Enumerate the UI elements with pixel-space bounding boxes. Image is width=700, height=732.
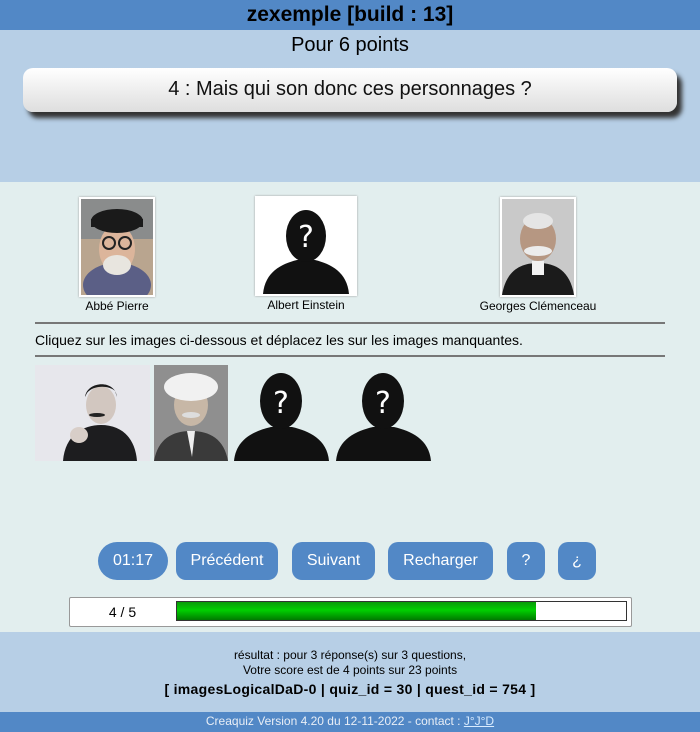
svg-text:?: ?	[375, 386, 391, 421]
quiz-ids: [ imagesLogicalDaD-0 | quiz_id = 30 | qu…	[164, 681, 536, 697]
target-slot-abbe-pierre: Abbé Pierre	[79, 197, 155, 313]
progress-panel: 4 / 5	[69, 597, 632, 627]
svg-text:?: ?	[298, 220, 314, 255]
footer-bar: Creaquiz Version 4.20 du 12-11-2022 - co…	[0, 712, 700, 732]
photo-georges-clemenceau	[500, 197, 576, 297]
contact-link[interactable]: J°J°D	[464, 714, 494, 728]
target-slot-albert-einstein[interactable]: ? Albert Einstein	[255, 196, 357, 312]
result-line-2: Votre score est de 4 points sur 23 point…	[242, 663, 458, 677]
divider	[35, 355, 665, 357]
next-button[interactable]: Suivant	[292, 542, 375, 580]
timer-button[interactable]: 01:17	[98, 542, 168, 580]
progress-label: 4 / 5	[108, 604, 137, 620]
help-button[interactable]: ?	[507, 542, 545, 580]
draggable-unknown-silhouette-2[interactable]: ?	[336, 365, 431, 466]
progress-bar	[176, 601, 627, 621]
question-text: 4 : Mais qui son donc ces personnages ?	[23, 68, 677, 112]
target-label: Georges Clémenceau	[479, 299, 597, 313]
draggable-unknown-silhouette-1[interactable]: ?	[234, 365, 329, 466]
result-line-1: résultat : pour 3 réponse(s) sur 3 quest…	[233, 648, 467, 662]
version-text: Creaquiz Version 4.20 du 12-11-2022 - co…	[205, 714, 464, 728]
target-label: Albert Einstein	[267, 298, 345, 312]
unknown-silhouette-icon[interactable]: ?	[255, 196, 357, 296]
quiz-area: Abbé Pierre ? Albert Einstein Georges Cl…	[0, 182, 700, 632]
draggable-photo-albert-einstein[interactable]	[154, 365, 228, 466]
instruction-text: Cliquez sur les images ci-dessous et dép…	[35, 332, 523, 348]
inverted-help-button[interactable]: ¿	[558, 542, 596, 580]
reload-button[interactable]: Recharger	[388, 542, 493, 580]
svg-text:?: ?	[273, 386, 289, 421]
progress-bar-fill	[177, 602, 537, 620]
result-panel: résultat : pour 3 réponse(s) sur 3 quest…	[0, 632, 700, 712]
photo-abbe-pierre	[79, 197, 155, 307]
question-points: Pour 6 points	[291, 34, 409, 56]
divider	[35, 322, 665, 324]
question-header: Pour 6 points 4 : Mais qui son donc ces …	[0, 30, 700, 182]
previous-button[interactable]: Précédent	[176, 542, 278, 580]
draggable-photo-marcel-proust[interactable]	[35, 365, 150, 466]
target-slot-georges-clemenceau: Georges Clémenceau	[476, 197, 600, 313]
app-title: zexemple [build : 13]	[0, 0, 700, 30]
target-label: Abbé Pierre	[85, 299, 149, 313]
